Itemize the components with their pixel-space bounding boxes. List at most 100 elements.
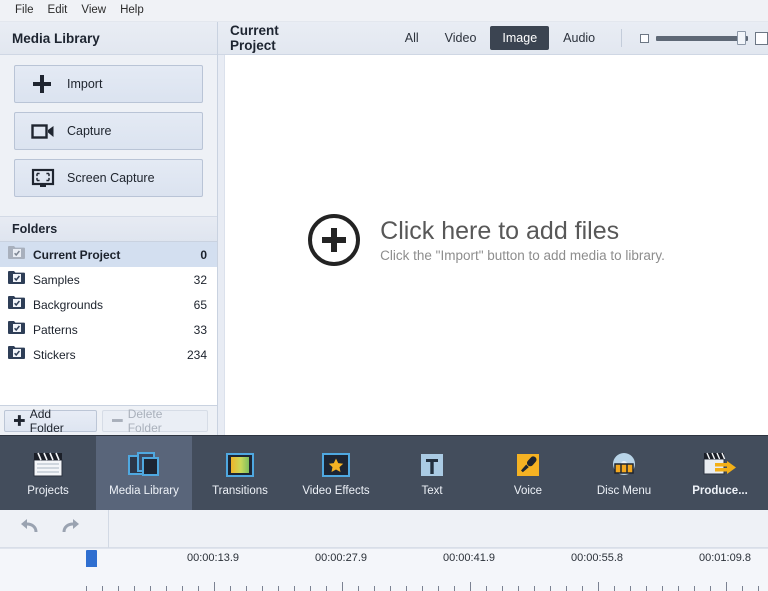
filter-image[interactable]: Image	[490, 26, 550, 50]
folder-icon	[8, 295, 25, 314]
tab-voice[interactable]: Voice	[480, 436, 576, 510]
folder-count: 65	[193, 297, 207, 312]
timeline-toolbar	[0, 509, 768, 548]
folder-count: 234	[186, 347, 207, 362]
media-library-sidebar: Media Library Import Capture Screen Capt…	[0, 22, 218, 435]
add-files-plus-icon	[308, 214, 361, 266]
menu-item-help[interactable]: Help	[113, 3, 151, 19]
tab-produce[interactable]: Produce...	[672, 436, 768, 510]
tab-projects[interactable]: Projects	[0, 436, 96, 510]
screen-capture-button-label: Screen Capture	[67, 171, 155, 185]
capture-button[interactable]: Capture	[14, 112, 203, 150]
filter-audio[interactable]: Audio	[551, 26, 607, 50]
menu-item-file[interactable]: File	[8, 3, 41, 19]
tab-label: Text	[421, 484, 443, 497]
folder-count: 32	[193, 272, 207, 287]
media-type-filters: All Video Image Audio	[393, 26, 607, 50]
large-thumbnail-icon[interactable]	[755, 31, 768, 45]
tab-media-library[interactable]: Media Library	[96, 436, 192, 510]
folder-name: Samples	[33, 272, 80, 287]
undo-icon[interactable]	[18, 516, 42, 541]
monitor-icon	[31, 168, 61, 189]
main-panel: Current Project All Video Image Audio Cl…	[218, 22, 768, 435]
folder-row-samples[interactable]: Samples 32	[0, 267, 217, 292]
produce-arrow-icon	[702, 450, 738, 480]
video-editor-window: File Edit View Help Media Library Import	[0, 0, 768, 591]
folder-row-current-project[interactable]: Current Project 0	[0, 242, 217, 267]
screen-capture-button[interactable]: Screen Capture	[14, 159, 203, 197]
video-camera-icon	[31, 121, 61, 141]
ruler-time-label: 00:00:27.9	[315, 552, 367, 564]
folders-section-header: Folders	[0, 216, 217, 242]
dropzone-subtext: Click the "Import" button to add media t…	[380, 247, 665, 263]
folder-row-stickers[interactable]: Stickers 234	[0, 342, 217, 367]
folder-row-patterns[interactable]: Patterns 33	[0, 317, 217, 342]
ruler-time-label: 00:00:41.9	[443, 552, 495, 564]
redo-icon[interactable]	[58, 516, 82, 541]
menu-bar: File Edit View Help	[0, 0, 768, 22]
playhead[interactable]	[86, 550, 97, 567]
tab-text[interactable]: Text	[384, 436, 480, 510]
sidebar-action-buttons: Import Capture Screen Capture	[0, 55, 217, 212]
tab-label: Media Library	[109, 484, 179, 497]
clapperboard-icon	[31, 450, 65, 480]
folder-icon	[8, 320, 25, 339]
folder-count: 0	[200, 247, 207, 262]
media-content-area[interactable]: Click here to add files Click the "Impor…	[224, 55, 768, 435]
ruler-time-label: 00:00:13.9	[187, 552, 239, 564]
plus-icon	[31, 73, 61, 95]
current-project-title: Current Project	[230, 23, 279, 53]
folder-icon	[8, 345, 25, 364]
folder-actions-footer: Add Folder Delete Folder	[0, 405, 217, 435]
ruler-time-label: 00:00:55.8	[571, 552, 623, 564]
capture-button-label: Capture	[67, 124, 112, 138]
timeline-panel: 00:00:13.9 00:00:27.9 00:00:41.9 00:00:5…	[0, 509, 768, 591]
filmstrip-star-icon	[321, 450, 351, 480]
empty-state-dropzone[interactable]: Click here to add files Click the "Impor…	[308, 214, 665, 266]
ruler-time-label: 00:01:09.8	[699, 552, 751, 564]
tab-video-effects[interactable]: Video Effects	[288, 436, 384, 510]
tab-label: Produce...	[692, 484, 748, 497]
folder-count: 33	[193, 322, 207, 337]
text-t-icon	[418, 450, 446, 480]
folder-name: Patterns	[33, 322, 78, 337]
filter-all[interactable]: All	[393, 26, 431, 50]
small-thumbnail-icon[interactable]	[640, 33, 649, 43]
delete-folder-label: Delete Folder	[127, 406, 163, 435]
timeline-ruler[interactable]: 00:00:13.9 00:00:27.9 00:00:41.9 00:00:5…	[0, 548, 768, 591]
toolbar-divider	[108, 509, 109, 548]
slider-track	[656, 35, 748, 41]
menu-item-view[interactable]: View	[74, 3, 113, 19]
menu-item-edit[interactable]: Edit	[41, 3, 75, 19]
plus-icon	[14, 415, 25, 426]
film-strips-icon	[127, 450, 161, 480]
delete-folder-button[interactable]: Delete Folder	[101, 406, 208, 435]
folder-icon	[8, 270, 25, 289]
folder-name: Current Project	[33, 247, 121, 262]
tab-label: Transitions	[212, 484, 268, 497]
add-folder-button[interactable]: Add Folder	[4, 406, 97, 435]
thumbnail-size-control	[640, 31, 768, 45]
tab-disc-menu[interactable]: Disc Menu	[576, 436, 672, 510]
tab-label: Voice	[513, 484, 543, 497]
folder-icon	[8, 245, 25, 264]
filmstrip-gradient-icon	[225, 450, 255, 480]
ruler-tick-marks	[0, 581, 768, 591]
import-button[interactable]: Import	[14, 65, 203, 103]
folder-row-backgrounds[interactable]: Backgrounds 65	[0, 292, 217, 317]
filter-video[interactable]: Video	[433, 26, 489, 50]
header-divider	[621, 29, 622, 47]
folder-name: Stickers	[33, 347, 76, 362]
add-folder-label: Add Folder	[29, 406, 64, 435]
sidebar-title: Media Library	[0, 22, 217, 55]
import-button-label: Import	[67, 77, 103, 91]
microphone-icon	[514, 450, 542, 480]
tab-transitions[interactable]: Transitions	[192, 436, 288, 510]
upper-region: Media Library Import Capture Screen Capt…	[0, 22, 768, 435]
slider-handle[interactable]	[737, 31, 746, 45]
disc-icon	[608, 450, 640, 480]
main-header: Current Project All Video Image Audio	[218, 22, 768, 55]
thumbnail-size-slider[interactable]	[656, 31, 748, 45]
tab-label: Video Effects	[302, 484, 370, 497]
tab-label: Disc Menu	[596, 484, 652, 497]
